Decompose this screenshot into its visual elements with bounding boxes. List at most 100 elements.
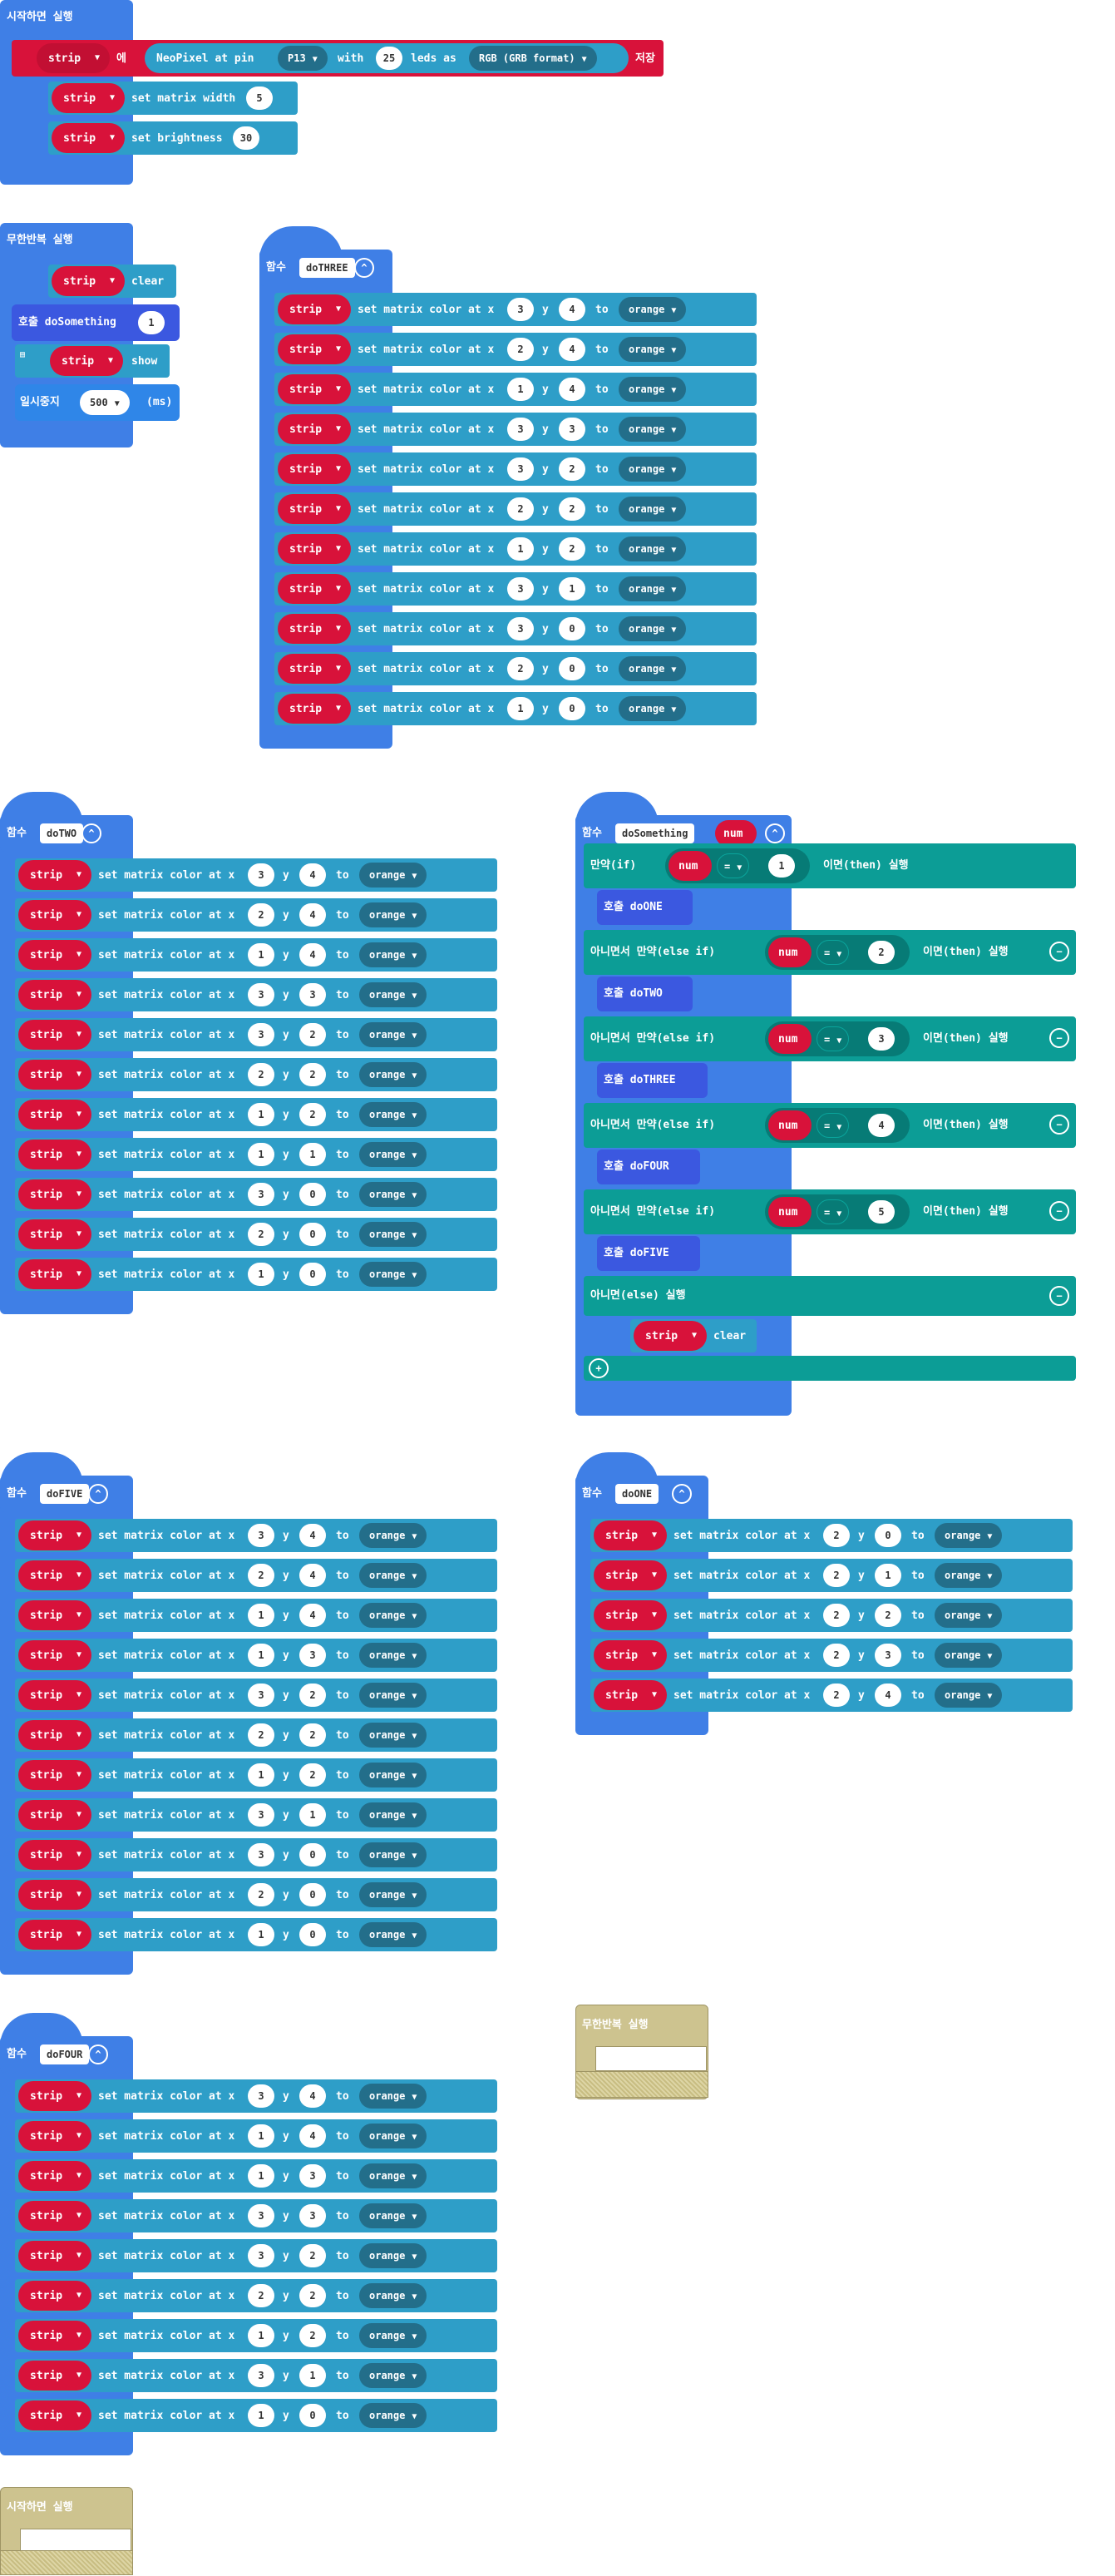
compare-value-input[interactable]: 2 — [868, 941, 895, 964]
x-value-input[interactable]: 2 — [507, 497, 534, 521]
color-dropdown[interactable]: orange ▼ — [935, 1523, 1003, 1548]
y-value-input[interactable]: 3 — [559, 418, 585, 441]
set-matrix-color-block[interactable]: strip ▼ set matrix color at x 2 y 0 to orange ▼ — [15, 1878, 497, 1911]
set-matrix-width-block-input[interactable]: 5 — [246, 87, 273, 110]
color-dropdown[interactable]: orange ▼ — [619, 656, 687, 681]
y-value-input[interactable]: 1 — [299, 1143, 326, 1166]
x-value-input[interactable]: 1 — [248, 1263, 274, 1286]
y-value-input[interactable]: 3 — [299, 983, 326, 1006]
set-matrix-color-block[interactable]: strip ▼ set matrix color at x 1 y 2 to orange ▼ — [15, 1758, 497, 1792]
y-value-input[interactable]: 0 — [559, 697, 585, 720]
color-dropdown[interactable]: orange ▼ — [359, 1142, 427, 1167]
set-matrix-color-block[interactable]: strip ▼ set matrix color at x 3 y 2 to orange ▼ — [274, 452, 757, 486]
pause-block[interactable]: 일시중지 500 ▼ (ms) — [15, 384, 180, 421]
color-dropdown[interactable]: orange ▼ — [359, 1563, 427, 1588]
strip-clear-block[interactable]: strip ▼ clear — [48, 265, 176, 298]
y-value-input[interactable]: 4 — [559, 338, 585, 361]
x-value-input[interactable]: 1 — [248, 2404, 274, 2427]
color-dropdown[interactable]: orange ▼ — [359, 1842, 427, 1867]
operator-dropdown[interactable]: = ▼ — [817, 1199, 850, 1224]
set-matrix-color-block[interactable]: strip ▼ set matrix color at x 2 y 4 to orange ▼ — [590, 1679, 1073, 1712]
strip-variable[interactable]: strip ▼ — [278, 494, 351, 524]
x-value-input[interactable]: 2 — [823, 1644, 850, 1667]
comparison-block[interactable]: num = ▼ 5 — [765, 1194, 910, 1229]
strip-variable[interactable]: strip ▼ — [18, 860, 91, 890]
function-name-field[interactable]: doFIVE — [40, 1484, 90, 1504]
color-dropdown[interactable]: orange ▼ — [935, 1683, 1003, 1708]
set-matrix-color-block[interactable]: strip ▼ set matrix color at x 1 y 0 to orange ▼ — [274, 692, 757, 725]
if-condition-row[interactable]: 아니면서 만약(else if) num = ▼ 2 이면(then) 실행 − — [584, 930, 1076, 975]
strip-variable[interactable]: strip ▼ — [18, 1680, 91, 1710]
y-value-input[interactable]: 2 — [559, 497, 585, 521]
color-dropdown[interactable]: orange ▼ — [359, 902, 427, 927]
x-value-input[interactable]: 1 — [248, 1143, 274, 1166]
x-value-input[interactable]: 3 — [248, 2244, 274, 2267]
strip-variable[interactable]: strip ▼ — [52, 266, 125, 296]
collapse-toggle-icon[interactable]: ^ — [88, 2044, 108, 2064]
color-dropdown[interactable]: orange ▼ — [359, 863, 427, 888]
call-function-block[interactable]: 호출 doFOUR — [597, 1150, 700, 1184]
color-dropdown[interactable]: orange ▼ — [359, 1022, 427, 1047]
set-matrix-color-block[interactable]: strip ▼ set matrix color at x 3 y 1 to orange ▼ — [15, 1798, 497, 1832]
y-value-input[interactable]: 2 — [559, 537, 585, 561]
strip-variable[interactable]: strip ▼ — [18, 1219, 91, 1249]
y-value-input[interactable]: 0 — [299, 1223, 326, 1246]
x-value-input[interactable]: 1 — [248, 943, 274, 967]
operator-dropdown[interactable]: = ▼ — [817, 1113, 850, 1138]
num-variable[interactable]: num — [768, 1197, 812, 1227]
collapse-toggle-icon[interactable]: ^ — [765, 823, 785, 843]
set-matrix-color-block[interactable]: strip ▼ set matrix color at x 1 y 1 to orange ▼ — [15, 1138, 497, 1171]
comparison-block[interactable]: num = ▼ 1 — [665, 848, 810, 883]
set-matrix-color-block[interactable]: strip ▼ set matrix color at x 3 y 2 to orange ▼ — [15, 2239, 497, 2272]
y-value-input[interactable]: 4 — [559, 298, 585, 321]
y-value-input[interactable]: 2 — [299, 1723, 326, 1747]
y-value-input[interactable]: 4 — [875, 1684, 901, 1707]
color-dropdown[interactable]: orange ▼ — [359, 1723, 427, 1748]
strip-variable[interactable]: strip ▼ — [18, 2081, 91, 2111]
format-dropdown[interactable]: RGB (GRB format) ▼ — [469, 46, 597, 71]
x-value-input[interactable]: 3 — [248, 1803, 274, 1827]
x-value-input[interactable]: 3 — [507, 418, 534, 441]
color-dropdown[interactable]: orange ▼ — [619, 297, 687, 322]
num-variable[interactable]: num — [768, 937, 812, 967]
collapse-toggle-icon[interactable]: ^ — [81, 823, 101, 843]
set-matrix-color-block[interactable]: strip ▼ set matrix color at x 2 y 0 to orange ▼ — [15, 1218, 497, 1251]
y-value-input[interactable]: 0 — [559, 657, 585, 680]
operator-dropdown[interactable]: = ▼ — [717, 853, 750, 878]
remove-branch-icon[interactable]: − — [1049, 1028, 1069, 1048]
y-value-input[interactable]: 2 — [299, 2324, 326, 2347]
y-value-input[interactable]: 0 — [299, 1843, 326, 1866]
x-value-input[interactable]: 2 — [248, 1723, 274, 1747]
set-matrix-color-block[interactable]: strip ▼ set matrix color at x 2 y 2 to orange ▼ — [590, 1599, 1073, 1632]
set-matrix-color-block[interactable]: strip ▼ set matrix color at x 2 y 2 to orange ▼ — [15, 1058, 497, 1091]
call-function-block[interactable]: 호출 doTWO — [597, 977, 693, 1011]
color-dropdown[interactable]: orange ▼ — [935, 1643, 1003, 1668]
strip-variable[interactable]: strip ▼ — [18, 980, 91, 1010]
x-value-input[interactable]: 3 — [507, 298, 534, 321]
strip-variable[interactable]: strip ▼ — [18, 2161, 91, 2191]
x-value-input[interactable]: 1 — [248, 1763, 274, 1787]
set-matrix-color-block[interactable]: strip ▼ set matrix color at x 2 y 0 to orange ▼ — [274, 652, 757, 685]
x-value-input[interactable]: 3 — [248, 983, 274, 1006]
x-value-input[interactable]: 2 — [248, 1223, 274, 1246]
set-matrix-color-block[interactable]: strip ▼ set matrix color at x 2 y 4 to orange ▼ — [274, 333, 757, 366]
color-dropdown[interactable]: orange ▼ — [935, 1603, 1003, 1628]
set-matrix-color-block[interactable]: strip ▼ set matrix color at x 3 y 3 to orange ▼ — [15, 978, 497, 1011]
color-dropdown[interactable]: orange ▼ — [359, 1222, 427, 1247]
y-value-input[interactable]: 0 — [299, 1883, 326, 1906]
set-matrix-color-block[interactable]: strip ▼ set matrix color at x 2 y 2 to orange ▼ — [15, 2279, 497, 2312]
set-matrix-color-block[interactable]: strip ▼ set matrix color at x 1 y 2 to orange ▼ — [15, 1098, 497, 1131]
y-value-input[interactable]: 1 — [559, 577, 585, 601]
y-value-input[interactable]: 2 — [299, 1684, 326, 1707]
y-value-input[interactable]: 3 — [299, 2164, 326, 2188]
strip-variable[interactable]: strip ▼ — [50, 346, 123, 376]
strip-variable[interactable]: strip ▼ — [52, 123, 125, 153]
strip-variable[interactable]: strip ▼ — [278, 414, 351, 444]
strip-show-block[interactable]: ▤ strip ▼ show — [15, 344, 170, 378]
set-matrix-color-block[interactable]: strip ▼ set matrix color at x 2 y 0 to orange ▼ — [590, 1519, 1073, 1552]
strip-variable[interactable]: strip ▼ — [278, 294, 351, 324]
set-matrix-color-block[interactable]: strip ▼ set matrix color at x 1 y 2 to orange ▼ — [274, 532, 757, 566]
num-variable[interactable]: num — [669, 851, 712, 881]
set-matrix-color-block[interactable]: strip ▼ set matrix color at x 1 y 3 to orange ▼ — [15, 1639, 497, 1672]
color-dropdown[interactable]: orange ▼ — [359, 2283, 427, 2308]
